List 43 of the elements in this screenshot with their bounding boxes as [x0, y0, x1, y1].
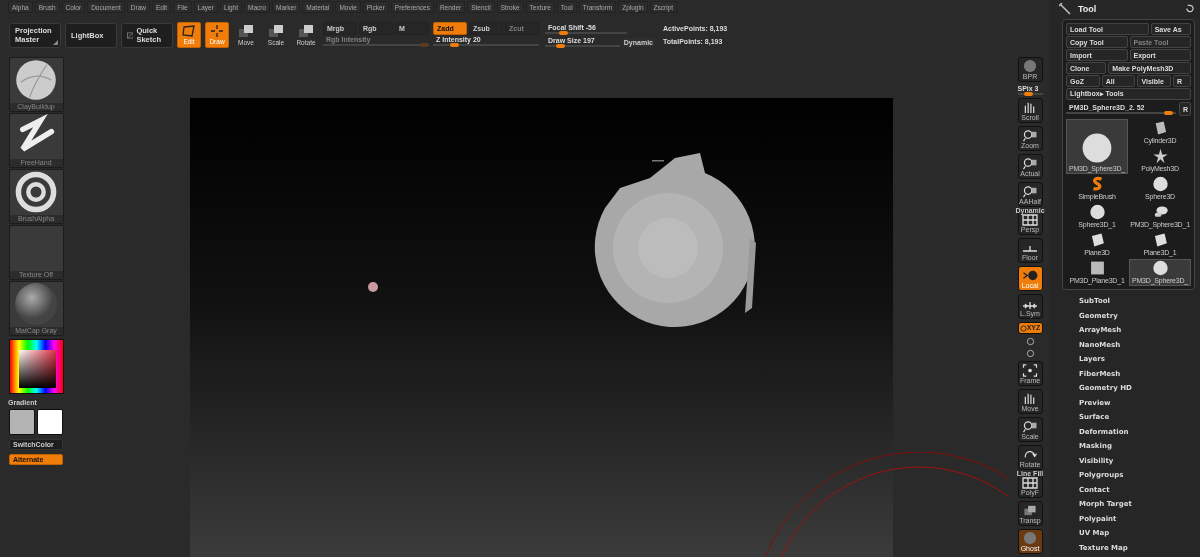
local-icon: [1021, 269, 1039, 282]
sphere-icon: [1022, 531, 1038, 545]
panel-title: Tool: [1078, 3, 1098, 14]
color-picker[interactable]: [8, 339, 64, 394]
magnifier-icon: [1022, 185, 1038, 198]
symmetry-icon: [1022, 300, 1038, 310]
color-square[interactable]: [18, 350, 56, 388]
edit-icon: [182, 25, 196, 37]
crosshair-icon: [210, 25, 224, 37]
sphere-icon: [1151, 260, 1169, 276]
sphere-icon: [1088, 204, 1106, 220]
ring-icon: [14, 170, 58, 214]
sphere-icon: [1022, 59, 1038, 73]
square-icon: [1088, 260, 1106, 276]
grid-icon: [1022, 214, 1038, 226]
document-canvas[interactable]: [190, 98, 893, 557]
slider-thumb[interactable]: [450, 43, 460, 47]
brush-sphere-icon: [14, 58, 58, 102]
magnifier-icon: [1022, 420, 1038, 433]
magnifier-icon: [1022, 157, 1038, 170]
magnifier-icon: [1022, 129, 1038, 142]
color-swatch[interactable]: [9, 409, 35, 435]
frame-icon: [1022, 364, 1038, 377]
matcap-sphere-icon: [14, 282, 58, 326]
slider-thumb[interactable]: [559, 30, 569, 35]
reset-icon: [1185, 4, 1194, 13]
sphere-icon: [1081, 132, 1113, 164]
cube-icon: [268, 24, 284, 38]
cube-icon: [298, 24, 314, 38]
grid-icon: [1022, 477, 1038, 489]
hammer-icon: [1059, 2, 1071, 15]
cursor-dot-icon: [368, 282, 378, 292]
corner-triangle-icon: [53, 39, 58, 45]
slider-thumb[interactable]: [1024, 92, 1034, 96]
cube-icon: [1022, 504, 1038, 517]
cube-icon: [238, 24, 254, 38]
color-swatch[interactable]: [37, 409, 63, 435]
floor-icon: [1022, 244, 1038, 254]
slider-thumb[interactable]: [555, 43, 565, 48]
sketch-icon: [127, 30, 134, 40]
slider-thumb[interactable]: [1164, 111, 1174, 115]
star-icon: [1151, 148, 1169, 164]
sphere-icon: [1151, 176, 1169, 192]
